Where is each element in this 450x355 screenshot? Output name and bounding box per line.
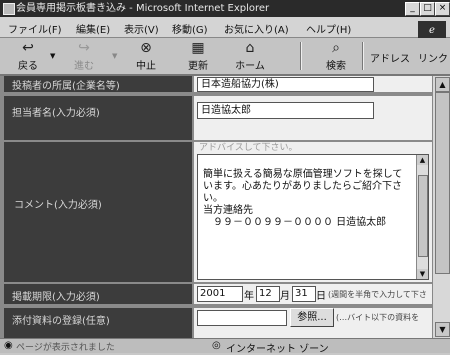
refresh-icon: ▦ bbox=[191, 40, 205, 56]
comment-line: います。心あたりがありましたらご紹介下さ bbox=[203, 181, 402, 192]
ie-window-icon bbox=[3, 3, 15, 15]
back-dropdown-icon[interactable]: ▼ bbox=[50, 52, 55, 60]
home-button[interactable]: ⌂ ホーム bbox=[228, 40, 272, 72]
forward-label: 進む bbox=[74, 61, 94, 72]
forward-button[interactable]: ↪ 進む bbox=[64, 40, 104, 72]
company-label-cell: 投稿者の所属(企業名等) bbox=[4, 76, 192, 92]
status-text: ページが表示されました bbox=[16, 343, 115, 353]
comment-line: い。 bbox=[203, 193, 223, 204]
stop-button[interactable]: ⊗ 中止 bbox=[126, 40, 166, 72]
page-scroll-up-icon[interactable]: ▲ bbox=[435, 77, 450, 92]
close-button[interactable]: × bbox=[435, 2, 450, 16]
refresh-label: 更新 bbox=[188, 61, 208, 72]
comment-placeholder: アドバイスして下さい。 bbox=[199, 143, 298, 153]
forward-arrow-icon: ↪ bbox=[78, 40, 90, 56]
comment-textarea[interactable]: 簡単に扱える簡易な原価管理ソフトを探して います。心あたりがありましたらご紹介下… bbox=[197, 154, 429, 280]
minimize-button[interactable]: _ bbox=[405, 2, 420, 16]
comment-scroll-thumb[interactable] bbox=[418, 175, 428, 257]
home-icon: ⌂ bbox=[245, 40, 255, 56]
attach-label: 添付資料の登録(任意) bbox=[12, 316, 110, 327]
stop-label: 中止 bbox=[136, 61, 156, 72]
title-bar: 会員専用掲示板書き込み - Microsoft Internet Explore… bbox=[0, 0, 450, 17]
attach-label-cell: 添付資料の登録(任意) bbox=[4, 308, 192, 338]
address-bar-label[interactable]: アドレス bbox=[370, 50, 410, 65]
window-title: 会員専用掲示板書き込み - Microsoft Internet Explore… bbox=[16, 3, 270, 14]
deadline-year-unit: 年 bbox=[244, 291, 254, 302]
menu-bar: ファイル(F) 編集(E) 表示(V) 移動(G) お気に入り(A) ヘルプ(H… bbox=[0, 17, 450, 40]
comment-scrollbar[interactable]: ▲ ▼ bbox=[416, 155, 428, 279]
home-label: ホーム bbox=[235, 61, 265, 72]
comment-line: ９９－００９９－００００ 日造協太郎 bbox=[203, 217, 387, 228]
toolbar-separator bbox=[362, 42, 364, 70]
page-scrollbar[interactable]: ▲ ▼ bbox=[432, 76, 450, 338]
attach-file-input[interactable] bbox=[197, 310, 287, 326]
back-button[interactable]: ↩ 戻る bbox=[8, 40, 48, 72]
person-label-cell: 担当者名(入力必須) bbox=[4, 96, 192, 140]
browse-button[interactable]: 参照... bbox=[290, 308, 334, 327]
deadline-day-input[interactable]: 31 bbox=[292, 286, 316, 302]
person-input[interactable]: 日造協太郎 bbox=[197, 102, 374, 119]
attach-note: (…バイト以下の資料を bbox=[336, 313, 420, 322]
deadline-day-unit: 日 bbox=[316, 291, 326, 302]
search-button[interactable]: ⌕ 検索 bbox=[316, 40, 356, 72]
menu-go[interactable]: 移動(G) bbox=[172, 21, 208, 36]
page-scroll-thumb[interactable] bbox=[435, 92, 450, 274]
forward-dropdown-icon[interactable]: ▼ bbox=[112, 52, 117, 60]
scroll-down-icon[interactable]: ▼ bbox=[417, 269, 428, 279]
status-bar: ◉ ページが表示されました ◎ インターネット ゾーン bbox=[0, 338, 450, 355]
internet-zone-label: インターネット ゾーン bbox=[226, 344, 329, 355]
menu-edit[interactable]: 編集(E) bbox=[76, 21, 110, 36]
comment-text: 簡単に扱える簡易な原価管理ソフトを探して います。心あたりがありましたらご紹介下… bbox=[203, 169, 417, 229]
stop-icon: ⊗ bbox=[140, 40, 152, 56]
back-arrow-icon: ↩ bbox=[22, 40, 34, 56]
deadline-month-unit: 月 bbox=[280, 291, 290, 302]
company-label: 投稿者の所属(企業名等) bbox=[12, 81, 120, 92]
deadline-year-input[interactable]: 2001 bbox=[197, 286, 243, 302]
maximize-button[interactable]: □ bbox=[420, 2, 435, 16]
links-label[interactable]: リンク bbox=[418, 50, 448, 65]
back-label: 戻る bbox=[18, 61, 38, 72]
comment-label-cell: コメント(入力必須) bbox=[4, 142, 192, 282]
deadline-month-input[interactable]: 12 bbox=[256, 286, 280, 302]
search-label: 検索 bbox=[326, 61, 346, 72]
comment-line: 簡単に扱える簡易な原価管理ソフトを探して bbox=[203, 169, 403, 180]
menu-view[interactable]: 表示(V) bbox=[124, 21, 159, 36]
toolbar: ↩ 戻る ▼ ↪ 進む ▼ ⊗ 中止 ▦ 更新 ⌂ ホーム ⌕ 検索 アドレス … bbox=[0, 38, 450, 76]
status-page-icon: ◉ bbox=[4, 340, 13, 351]
scroll-up-icon[interactable]: ▲ bbox=[417, 155, 428, 165]
comment-label: コメント(入力必須) bbox=[14, 200, 102, 211]
internet-zone-icon: ◎ bbox=[212, 340, 221, 351]
deadline-note: (週間を半角で入力して下さ bbox=[328, 290, 427, 299]
page-scroll-down-icon[interactable]: ▼ bbox=[435, 322, 450, 337]
person-label: 担当者名(入力必須) bbox=[12, 108, 100, 119]
refresh-button[interactable]: ▦ 更新 bbox=[178, 40, 218, 72]
search-icon: ⌕ bbox=[332, 40, 340, 56]
menu-help[interactable]: ヘルプ(H) bbox=[306, 21, 351, 36]
page-content: 投稿者の所属(企業名等) 日本造船協力(株) 担当者名(入力必須) 日造協太郎 … bbox=[0, 76, 432, 338]
deadline-label: 掲載期限(入力必須) bbox=[12, 292, 100, 303]
deadline-label-cell: 掲載期限(入力必須) bbox=[4, 284, 192, 304]
toolbar-separator bbox=[300, 42, 302, 70]
menu-file[interactable]: ファイル(F) bbox=[8, 21, 62, 36]
company-input[interactable]: 日本造船協力(株) bbox=[197, 77, 374, 92]
comment-line: 当方連絡先 bbox=[203, 205, 253, 216]
menu-favorites[interactable]: お気に入り(A) bbox=[224, 21, 289, 36]
